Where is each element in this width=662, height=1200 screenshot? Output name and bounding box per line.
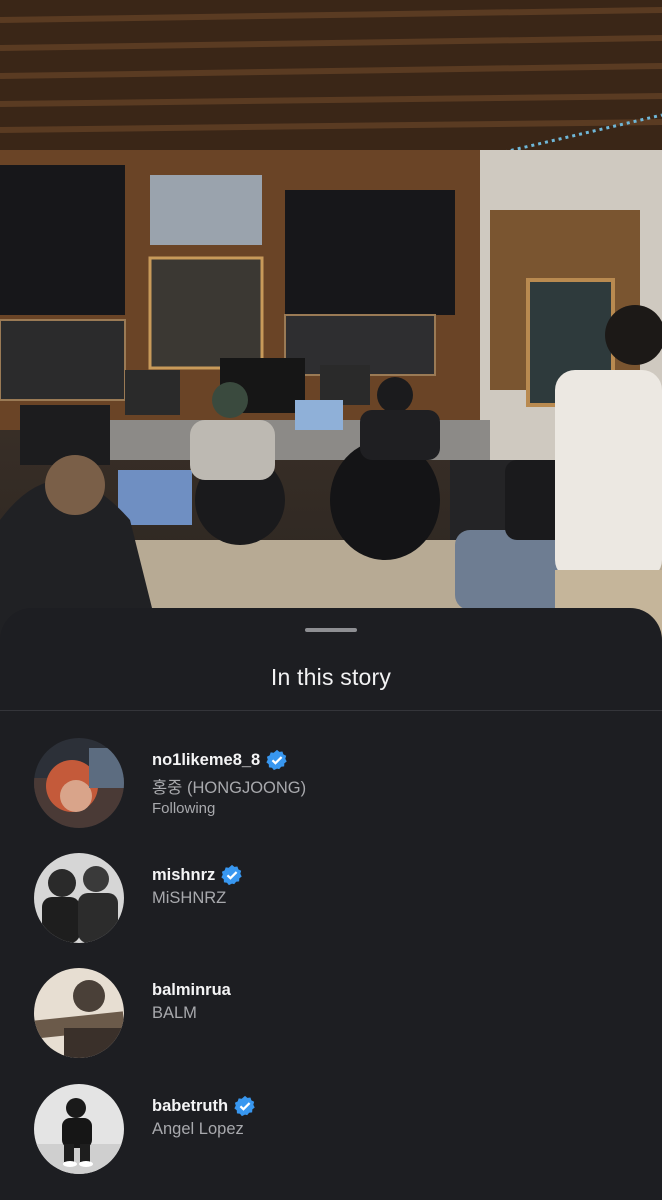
verified-badge-icon [266,749,287,771]
story-photo [0,0,662,640]
user-row-balminrua[interactable]: balminrua BALM [0,968,662,1068]
avatar[interactable] [34,968,124,1058]
verified-badge-icon [234,1095,255,1117]
avatar[interactable] [34,738,124,828]
full-name: MiSHNRZ [152,889,227,907]
divider [0,710,662,711]
in-this-story-sheet: In this story no1likeme8_8 홍중 (HONGJOONG… [0,608,662,1200]
username: babetruth [152,1096,229,1115]
avatar[interactable] [34,1084,124,1174]
avatar[interactable] [34,853,124,943]
user-row-mishnrz[interactable]: mishnrz MiSHNRZ [0,853,662,953]
username: mishnrz [152,865,216,884]
following-status: Following [152,800,216,817]
sheet-title: In this story [270,664,392,690]
verified-badge-icon [221,864,242,886]
full-name: Angel Lopez [152,1120,244,1138]
drag-handle[interactable] [305,628,357,632]
user-row-no1likeme8_8[interactable]: no1likeme8_8 홍중 (HONGJOONG) Following [0,738,662,838]
username: no1likeme8_8 [152,750,261,769]
full-name: 홍중 (HONGJOONG) [152,779,307,797]
username: balminrua [152,980,231,999]
full-name: BALM [152,1004,197,1022]
user-row-babetruth[interactable]: babetruth Angel Lopez [0,1084,662,1184]
